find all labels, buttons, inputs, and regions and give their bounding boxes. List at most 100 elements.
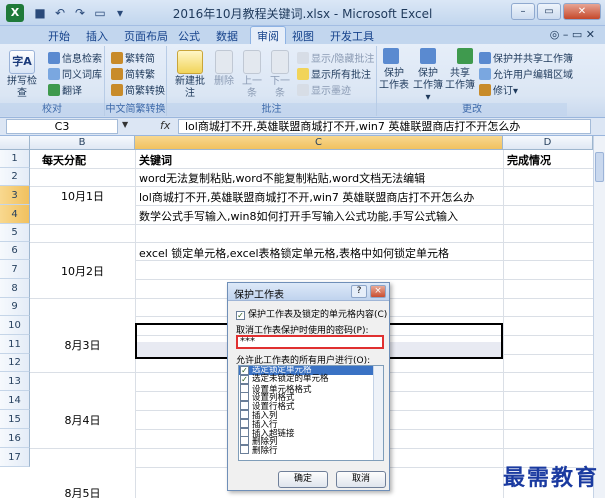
track-changes-button[interactable]: 修订▾ — [479, 82, 518, 97]
ok-button[interactable]: 确定 — [278, 471, 328, 488]
row-header[interactable]: 13 — [0, 372, 30, 391]
row-header[interactable]: 10 — [0, 316, 30, 335]
show-ink-button[interactable]: 显示墨迹 — [297, 82, 351, 97]
permission-checkbox[interactable]: ✓ — [240, 374, 249, 384]
next-comment-button[interactable]: 下一条 — [267, 50, 293, 100]
tab-data[interactable]: 数据 — [216, 28, 238, 44]
column-header-d[interactable]: D — [503, 136, 593, 150]
cell-b-day3[interactable]: 8月3日 — [30, 337, 135, 353]
name-box[interactable]: C3 — [6, 119, 118, 134]
row-header[interactable]: 8 — [0, 279, 30, 298]
protect-contents-row[interactable]: ✓ 保护工作表及锁定的单元格内容(C) — [236, 307, 387, 320]
spell-check-button[interactable]: 字A 拼写检查 — [4, 50, 40, 100]
protect-workbook-button[interactable]: 保护 工作簿▾ — [411, 68, 445, 104]
list-item[interactable]: 删除列 — [239, 436, 383, 447]
row-header[interactable]: 3 — [0, 186, 30, 205]
tab-page-layout[interactable]: 页面布局 — [124, 28, 168, 44]
prev-comment-button[interactable]: 上一条 — [239, 50, 265, 100]
protect-share-button[interactable]: 保护并共享工作簿 — [479, 50, 573, 65]
show-hide-comment-button[interactable]: 显示/隐藏批注 — [297, 50, 374, 65]
list-item[interactable]: 删除行 — [239, 445, 383, 456]
formula-input[interactable]: lol商城打不开,英雄联盟商城打不开,win7 英雄联盟商店打不开怎么办 — [178, 119, 591, 134]
cell-b-day2[interactable]: 10月2日 — [30, 263, 135, 279]
name-box-dropdown-icon[interactable]: ▼ — [122, 120, 128, 129]
column-header-c[interactable]: C — [135, 136, 503, 150]
cell-c1[interactable]: 关键词 — [139, 152, 172, 168]
password-input[interactable]: *** — [236, 335, 384, 349]
tab-review[interactable]: 审阅 — [250, 26, 286, 44]
list-item[interactable]: 插入行 — [239, 418, 383, 429]
delete-comment-button[interactable]: 删除 — [213, 50, 235, 88]
share-workbook-button[interactable]: 共享 工作簿 — [445, 68, 475, 92]
permissions-list[interactable]: ✓ 选定锁定单元格 ✓ 选定未锁定的单元格 设置单元格格式 设置列格式 设置行格式 … — [238, 365, 384, 461]
insert-function-icon[interactable]: fx — [160, 119, 170, 132]
list-item[interactable]: 设置行格式 — [239, 401, 383, 412]
list-item[interactable]: 设置单元格格式 — [239, 383, 383, 394]
tab-developer[interactable]: 开发工具 — [330, 28, 374, 44]
cell-c3[interactable]: lol商城打不开,英雄联盟商城打不开,win7 英雄联盟商店打不开怎么办 — [139, 189, 501, 205]
translate-button[interactable]: 翻译 — [48, 82, 82, 97]
tab-formulas[interactable]: 公式 — [178, 28, 200, 44]
row-header[interactable]: 5 — [0, 224, 30, 242]
row-header[interactable]: 1 — [0, 150, 30, 168]
research-button[interactable]: 信息检索 — [48, 50, 102, 65]
permission-checkbox[interactable]: ✓ — [240, 366, 249, 375]
cell-d1[interactable]: 完成情况 — [507, 152, 551, 168]
dialog-help-button[interactable]: ? — [351, 285, 367, 298]
permission-checkbox[interactable] — [240, 383, 249, 393]
cell-b-day1[interactable]: 10月1日 — [30, 188, 135, 204]
row-header[interactable]: 2 — [0, 168, 30, 186]
permission-checkbox[interactable] — [240, 418, 249, 428]
protect-contents-checkbox[interactable]: ✓ — [236, 311, 245, 320]
permission-checkbox[interactable] — [240, 401, 249, 411]
grid-line — [135, 205, 593, 206]
minimize-button[interactable]: – — [511, 3, 535, 20]
permission-checkbox[interactable] — [240, 427, 249, 437]
vertical-scrollbar[interactable] — [593, 136, 605, 498]
cell-c6[interactable]: excel 锁定单元格,excel表格锁定单元格,表格中如何锁定单元格 — [139, 245, 501, 261]
tab-view[interactable]: 视图 — [292, 28, 314, 44]
list-item[interactable]: 插入超链接 — [239, 427, 383, 438]
row-header[interactable]: 15 — [0, 410, 30, 429]
cancel-button[interactable]: 取消 — [336, 471, 386, 488]
trad-to-simp-button[interactable]: 繁转简 — [111, 50, 155, 65]
grid-line — [30, 242, 593, 243]
allow-edit-ranges-button[interactable]: 允许用户编辑区域 — [479, 66, 573, 81]
permission-checkbox[interactable] — [240, 392, 249, 402]
row-header[interactable]: 17 — [0, 448, 30, 467]
cell-c2[interactable]: word无法复制粘贴,word不能复制粘贴,word文档无法编辑 — [139, 170, 501, 186]
list-item[interactable]: ✓ 选定未锁定的单元格 — [239, 374, 383, 384]
show-all-comments-button[interactable]: 显示所有批注 — [297, 66, 371, 81]
permission-checkbox[interactable] — [240, 445, 249, 455]
simp-to-trad-button[interactable]: 简转繁 — [111, 66, 155, 81]
row-header[interactable]: 12 — [0, 354, 30, 372]
row-header[interactable]: 6 — [0, 242, 30, 260]
select-all-corner[interactable] — [0, 136, 30, 150]
new-comment-button[interactable]: 新建批注 — [171, 50, 209, 100]
row-header[interactable]: 9 — [0, 298, 30, 316]
help-icon[interactable]: ◎ – ▭ ✕ — [550, 28, 595, 41]
scrollbar-thumb[interactable] — [595, 152, 604, 182]
list-item[interactable]: 插入列 — [239, 409, 383, 420]
tab-home[interactable]: 开始 — [48, 28, 70, 44]
row-header[interactable]: 7 — [0, 260, 30, 279]
dialog-close-button[interactable]: × — [370, 285, 386, 298]
close-button[interactable]: ✕ — [563, 3, 601, 20]
chinese-convert-button[interactable]: 简繁转换 — [111, 82, 165, 97]
protect-sheet-button[interactable]: 保护 工作表 — [379, 68, 409, 92]
cell-b1[interactable]: 每天分配 — [30, 152, 98, 168]
permission-checkbox[interactable] — [240, 409, 249, 419]
row-header[interactable]: 4 — [0, 205, 30, 224]
thesaurus-button[interactable]: 同义词库 — [48, 66, 102, 81]
tab-insert[interactable]: 插入 — [86, 28, 108, 44]
maximize-button[interactable]: ▭ — [537, 3, 561, 20]
cell-c4[interactable]: 数学公式手写输入,win8如何打开手写输入公式功能,手写公式输入 — [139, 208, 501, 224]
cell-b-day4[interactable]: 8月4日 — [30, 412, 135, 428]
permissions-scrollbar[interactable] — [373, 366, 383, 460]
row-header[interactable]: 14 — [0, 391, 30, 410]
cell-b-day5[interactable]: 8月5日 — [30, 485, 135, 498]
row-header[interactable]: 16 — [0, 429, 30, 448]
permission-checkbox[interactable] — [240, 436, 249, 446]
row-header[interactable]: 11 — [0, 335, 30, 354]
column-header-b[interactable]: B — [30, 136, 135, 150]
